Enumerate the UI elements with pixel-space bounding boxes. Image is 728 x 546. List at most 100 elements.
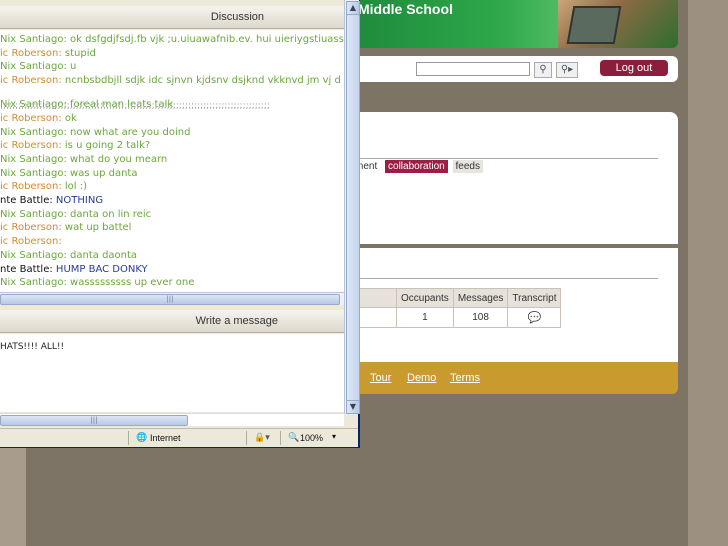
banner-laptop-image	[566, 6, 622, 44]
zoom-icon[interactable]: 🔍	[288, 432, 299, 443]
chat-author: Nix Santiago:	[0, 34, 67, 45]
chat-author: Nix Santiago:	[0, 277, 67, 289]
chat-text: wat up battel	[64, 222, 132, 234]
message-input[interactable]: HATS!!!! ALL!!	[0, 334, 344, 412]
internet-zone-icon: 🌐	[136, 432, 148, 442]
chat-message: nte Battle: HUMP BAC DONKY	[0, 264, 148, 275]
background-strip-right	[688, 0, 728, 546]
scroll-down-button[interactable]: ▼	[346, 400, 360, 414]
search-icon[interactable]: ⚲	[534, 62, 552, 78]
chat-text: u	[70, 61, 77, 73]
message-input-text: HATS!!!! ALL!!	[0, 342, 65, 352]
protected-mode-icon[interactable]: 🔒▾	[254, 432, 270, 443]
chat-message: Nix Santiago: ok dsfgdjfsdj.fb vjk ;u.ui…	[0, 34, 344, 45]
zoom-dropdown-icon[interactable]: ▾	[332, 432, 336, 441]
chat-message: ic Roberson: ok	[0, 113, 77, 124]
chat-text: now what are you doind	[70, 126, 191, 138]
chat-text: danta daonta	[70, 249, 138, 261]
scroll-thumb[interactable]: |||	[0, 294, 340, 305]
chat-author: Nix Santiago:	[0, 61, 67, 73]
chat-author: Nix Santiago:	[0, 126, 67, 138]
chat-message: ic Roberson: lol :)	[0, 181, 87, 192]
chat-rooms-panel: Occupants Messages Transcript 1 108 💬	[352, 248, 678, 362]
chat-message: Nix Santiago: danta daonta	[0, 250, 137, 261]
window-horizontal-scrollbar[interactable]: |||	[0, 413, 344, 426]
chat-text: lol :)	[64, 181, 88, 193]
chat-author: ic Roberson:	[0, 140, 62, 152]
chat-separator: ;;;;;;;;;;;;;;;;;;;;;;;;;;;;;;;;;;;;;;;;…	[0, 101, 270, 111]
chat-message: ic Roberson: stupid	[0, 48, 96, 59]
chat-message: Nix Santiago: danta on lin reic	[0, 209, 151, 220]
site-toolbar: ⚲ ⚲▸ Log out	[352, 56, 678, 82]
chat-message: ic Roberson: is u going 2 talk?	[0, 140, 150, 151]
chat-message: Nix Santiago: now what are you doind	[0, 127, 190, 138]
logout-button[interactable]: Log out	[600, 60, 668, 76]
chat-text: danta on lin reic	[70, 208, 152, 220]
chat-text: ok	[64, 112, 77, 124]
chat-text: ncnbsbdbjll sdjk idc sjnvn kjdsnv dsjknd…	[64, 75, 344, 87]
chat-text: HUMP BAC DONKY	[55, 263, 148, 275]
chat-popup-window: Discussion Nix Santiago: ok dsfgdjfsdj.f…	[0, 0, 360, 448]
window-vertical-scrollbar[interactable]: ▲ ▼	[344, 0, 360, 414]
status-bar: 🌐 Internet 🔒▾ 🔍 100% ▾	[0, 428, 358, 447]
chat-author: ic Roberson:	[0, 222, 62, 234]
panel-divider	[352, 158, 658, 159]
scroll-thumb[interactable]	[346, 14, 360, 406]
zoom-level[interactable]: 100%	[300, 433, 323, 443]
chat-text: is u going 2 talk?	[64, 140, 151, 152]
chat-message: Nix Santiago: u	[0, 61, 76, 72]
chat-message: ic Roberson: ncnbsbdbjll sdjk idc sjnvn …	[0, 75, 344, 86]
discussion-log[interactable]: Nix Santiago: ok dsfgdjfsdj.fb vjk ;u.ui…	[0, 30, 344, 292]
tab-feeds[interactable]: feeds	[452, 160, 483, 173]
advanced-search-icon[interactable]: ⚲▸	[556, 62, 578, 78]
chat-author: ic Roberson:	[0, 181, 62, 193]
status-separator	[246, 431, 247, 445]
transcript-cell[interactable]: 💬	[507, 307, 562, 328]
section-tabs: ment collaboration feeds	[352, 160, 485, 173]
chat-text: NOTHING	[55, 195, 104, 206]
chat-message: nte Battle: NOTHING	[0, 195, 103, 206]
table-row[interactable]: 1 108 💬	[352, 307, 562, 328]
chat-message: ic Roberson: wat up battel	[0, 222, 131, 233]
status-separator	[280, 431, 281, 445]
scroll-up-button[interactable]: ▲	[346, 1, 360, 15]
transcript-header: Transcript	[507, 288, 562, 308]
table-header-row: Occupants Messages Transcript	[352, 288, 562, 308]
chat-text: what do you mearn	[70, 153, 168, 165]
chat-author: ic Roberson:	[0, 236, 62, 248]
status-separator	[128, 431, 129, 445]
chat-author: ic Roberson:	[0, 112, 62, 124]
chat-author: Nix Santiago:	[0, 208, 67, 220]
discussion-horizontal-scrollbar[interactable]: |||	[0, 292, 344, 305]
chat-text: stupid	[64, 47, 96, 59]
discussion-header: Discussion	[0, 6, 344, 29]
chat-message: Nix Santiago: wasssssssss up ever one	[0, 277, 194, 288]
occupants-header: Occupants	[396, 288, 454, 308]
footer-link-terms[interactable]: Terms	[450, 372, 480, 384]
scroll-thumb[interactable]: |||	[0, 415, 188, 426]
site-banner: Middle School	[352, 0, 678, 48]
tab-collaboration[interactable]: collaboration	[385, 160, 448, 173]
chat-text: wasssssssss up ever one	[70, 277, 195, 289]
footer-link-demo[interactable]: Demo	[407, 372, 436, 384]
chat-message: ic Roberson:	[0, 236, 62, 247]
messages-header: Messages	[452, 288, 509, 308]
chat-message: Nix Santiago: what do you mearn	[0, 154, 167, 165]
transcript-icon[interactable]: 💬	[528, 312, 542, 324]
write-message-header: Write a message	[0, 310, 344, 333]
chat-author: nte Battle:	[0, 195, 53, 206]
banner-title: Middle School	[358, 1, 453, 17]
security-zone-label: Internet	[150, 433, 181, 443]
chat-text: ok dsfgdjfsdj.fb vjk ;u.uiuawafnib.ev. h…	[70, 34, 344, 45]
search-input[interactable]	[416, 62, 530, 76]
chat-author: Nix Santiago:	[0, 249, 67, 261]
occupants-cell: 1	[396, 307, 454, 328]
footer-link-tour[interactable]: Tour	[370, 372, 391, 384]
messages-cell: 108	[452, 307, 509, 328]
chat-author: ic Roberson:	[0, 47, 62, 59]
collaboration-panel: ment collaboration feeds	[352, 112, 678, 244]
chat-author: Nix Santiago:	[0, 153, 67, 165]
chat-rooms-table: Occupants Messages Transcript 1 108 💬	[352, 288, 562, 328]
chat-author: ic Roberson:	[0, 75, 62, 87]
chat-text: was up danta	[70, 167, 138, 179]
